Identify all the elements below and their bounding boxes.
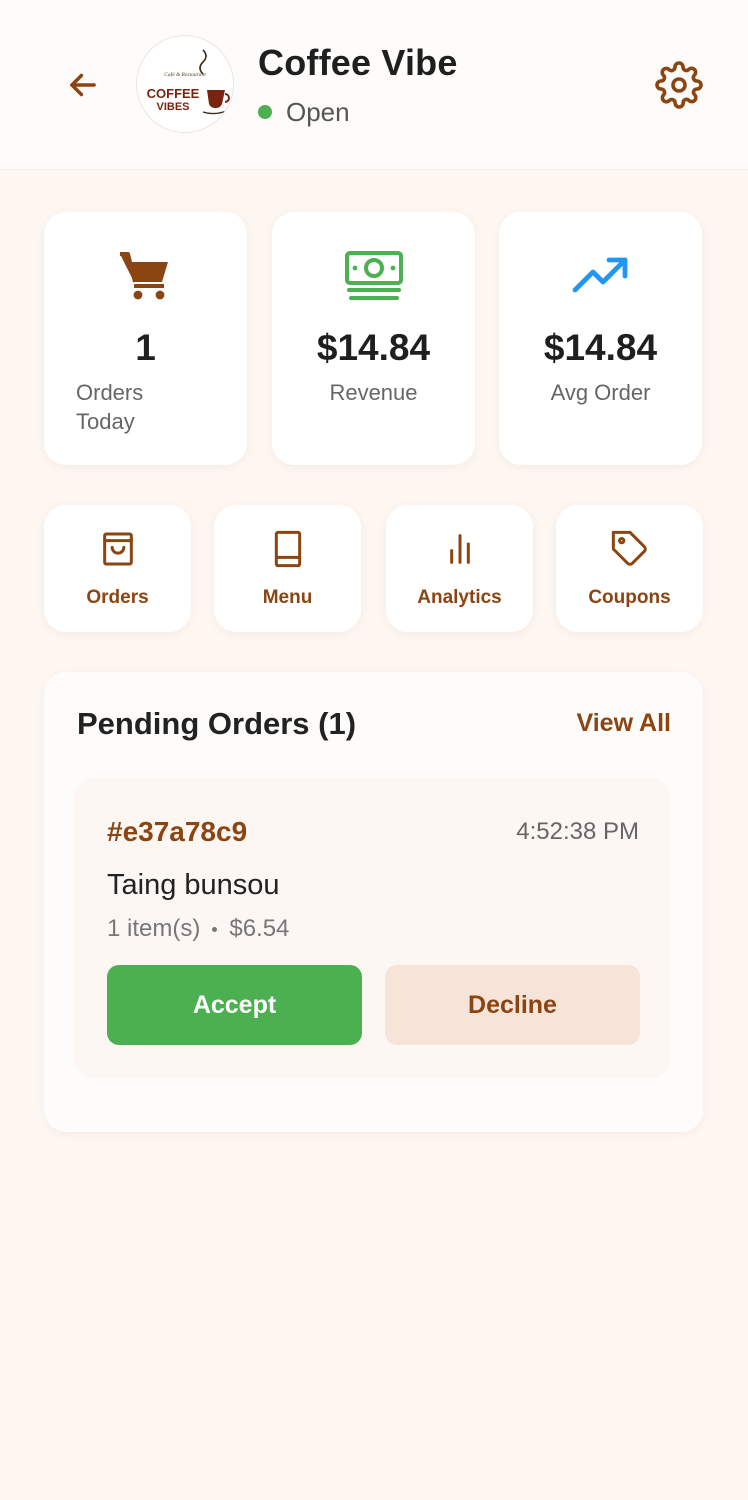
pending-orders-title: Pending Orders (1) xyxy=(77,706,357,741)
shopping-cart-icon xyxy=(119,252,168,300)
orders-button-label: Orders xyxy=(86,587,149,608)
view-all-link[interactable]: View All xyxy=(577,709,671,738)
order-id: #e37a78c9 xyxy=(107,816,248,847)
coupons-button[interactable]: Coupons xyxy=(556,505,703,632)
svg-text:COFFEE: COFFEE xyxy=(147,86,200,101)
accept-button[interactable]: Accept xyxy=(107,965,362,1045)
orders-today-value: 1 xyxy=(135,327,156,368)
order-time: 4:52:38 PM xyxy=(516,818,639,845)
separator-dot-icon xyxy=(212,926,218,932)
trending-up-icon xyxy=(572,257,627,293)
shop-status: Open xyxy=(258,95,350,129)
revenue-label: Revenue xyxy=(329,380,418,405)
customer-name: Taing bunsou xyxy=(107,869,280,901)
analytics-button-label: Analytics xyxy=(417,587,502,608)
svg-text:VIBES: VIBES xyxy=(156,101,189,113)
bar-chart-icon xyxy=(449,534,470,564)
status-dot-icon xyxy=(258,105,272,119)
back-button[interactable] xyxy=(60,62,106,108)
money-bill-icon xyxy=(344,251,403,300)
coffee-cup-logo: Café & Restaurant COFFEE VIBES xyxy=(147,49,230,115)
shopping-bag-icon xyxy=(102,532,133,566)
settings-button[interactable] xyxy=(654,60,704,110)
svg-text:Café & Restaurant: Café & Restaurant xyxy=(164,71,206,78)
order-item-count: 1 item(s) xyxy=(107,915,201,942)
avg-order-label: Avg Order xyxy=(550,380,651,405)
status-text: Open xyxy=(286,96,350,127)
order-card[interactable]: #e37a78c9 4:52:38 PM Taing bunsou 1 item… xyxy=(74,778,671,1078)
order-total: $6.54 xyxy=(229,915,290,942)
analytics-button[interactable]: Analytics xyxy=(386,505,533,632)
store-dashboard: Café & Restaurant COFFEE VIBES Coffee Vi… xyxy=(0,0,748,1500)
avg-order-value: $14.84 xyxy=(543,327,658,368)
gear-icon xyxy=(655,61,703,109)
stat-card-avg-order: $14.84 Avg Order xyxy=(499,212,702,465)
orders-button[interactable]: Orders xyxy=(44,505,191,632)
menu-button-label: Menu xyxy=(262,587,313,608)
tag-icon xyxy=(611,530,647,566)
coupons-button-label: Coupons xyxy=(588,587,671,608)
app-header: Café & Restaurant COFFEE VIBES Coffee Vi… xyxy=(0,0,748,170)
stat-card-revenue: $14.84 Revenue xyxy=(272,212,475,465)
menu-button[interactable]: Menu xyxy=(214,505,361,632)
orders-today-label: Orders Today xyxy=(76,380,144,434)
decline-button[interactable]: Decline xyxy=(385,965,640,1045)
book-icon xyxy=(274,530,301,568)
stat-card-orders-today: 1 Orders Today xyxy=(44,212,247,465)
pending-orders-panel: Pending Orders (1) View All #e37a78c9 4:… xyxy=(44,672,703,1132)
order-summary: 1 item(s) $6.54 xyxy=(107,915,289,943)
shop-name: Coffee Vibe xyxy=(258,42,458,83)
shop-logo: Café & Restaurant COFFEE VIBES xyxy=(137,36,233,132)
revenue-value: $14.84 xyxy=(316,327,431,368)
arrow-left-icon xyxy=(70,73,96,97)
